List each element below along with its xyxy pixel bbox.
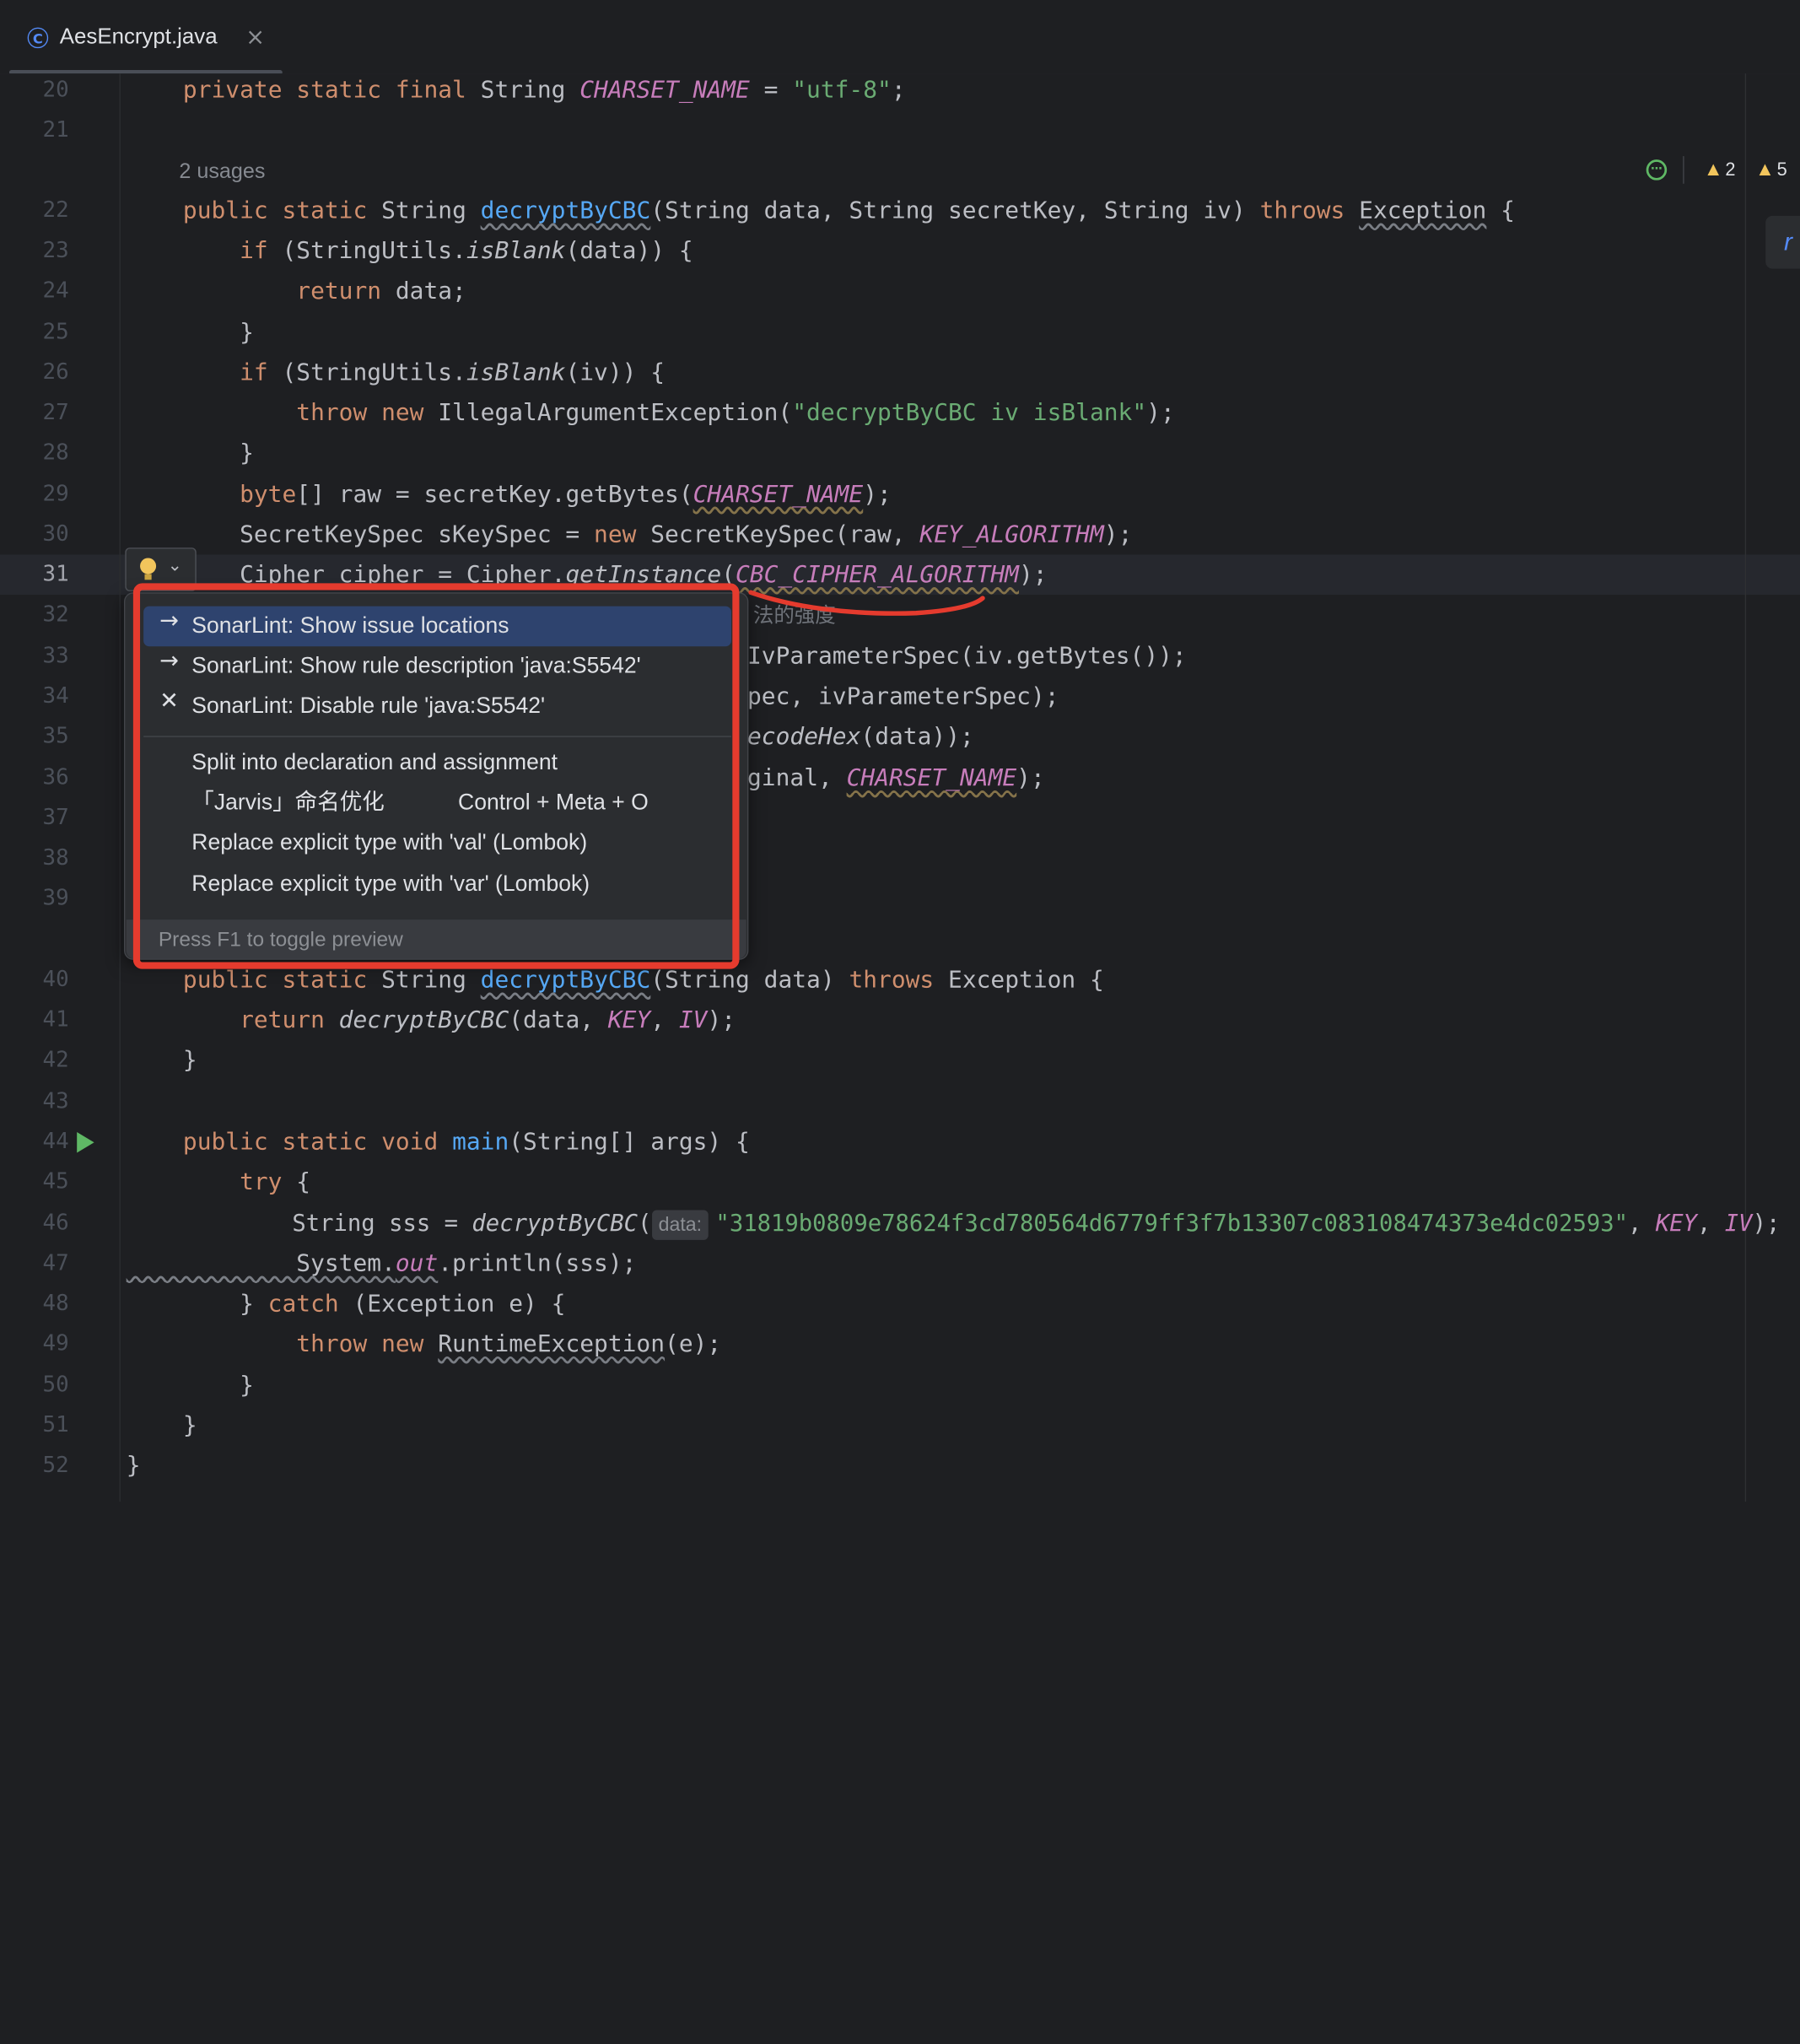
- gutter-separator: [119, 73, 121, 1502]
- chevron-down-icon: ⌄: [167, 554, 182, 575]
- tab-aesencrypt[interactable]: C AesEncrypt.java ×: [8, 7, 283, 75]
- lightbulb-icon: [140, 558, 157, 574]
- line-number: 44: [42, 1128, 69, 1154]
- line-number: 28: [42, 440, 69, 466]
- line-number: 43: [42, 1088, 69, 1114]
- line-number: 22: [42, 197, 69, 224]
- line-number: 23: [42, 237, 69, 263]
- line-number: 39: [42, 885, 69, 911]
- code-line-29: byte[] raw = secretKey.getBytes(CHARSET_…: [126, 479, 892, 508]
- line-number-current: 31: [42, 561, 69, 587]
- line-number: 40: [42, 966, 69, 992]
- line-number: 21: [42, 116, 69, 143]
- line-number: 52: [42, 1452, 69, 1478]
- code-line-23: if (StringUtils.isBlank(data)) {: [126, 236, 693, 265]
- code-line-25: }: [126, 317, 254, 346]
- line-number: 27: [42, 399, 69, 425]
- code-line-52: }: [126, 1451, 141, 1479]
- ai-status-icon[interactable]: ⋯: [1646, 159, 1668, 181]
- code-line-30: SecretKeySpec sKeySpec = new SecretKeySp…: [126, 520, 1133, 548]
- right-margin-guide: [1744, 73, 1747, 1502]
- warnings-count[interactable]: ▲ 2: [1704, 156, 1736, 185]
- usages-hint[interactable]: 2 usages: [179, 150, 265, 191]
- lightbulb-base: [144, 574, 152, 580]
- line-number: 29: [42, 481, 69, 507]
- line-number: 30: [42, 520, 69, 547]
- red-annotation-stroke: [748, 590, 985, 616]
- code-line-20: private static final String CHARSET_NAME…: [182, 75, 906, 104]
- close-icon[interactable]: ×: [245, 23, 265, 51]
- line-number: 33: [42, 643, 69, 669]
- code-line-48: } catch (Exception e) {: [126, 1289, 566, 1318]
- code-line-27: throw new IllegalArgumentException("decr…: [126, 398, 1175, 426]
- weak-warnings-count[interactable]: ▲ 5: [1755, 156, 1787, 185]
- red-annotation-box: [132, 583, 740, 969]
- run-main-icon[interactable]: [77, 1131, 94, 1153]
- line-number: 48: [42, 1290, 69, 1316]
- warning-icon: ▲: [1754, 158, 1775, 181]
- line-number: 36: [42, 764, 69, 790]
- line-number: 32: [42, 601, 69, 628]
- code-line-47: System.out.println(sss);: [126, 1249, 637, 1277]
- line-number: 25: [42, 319, 69, 345]
- code-line-24: return data;: [126, 277, 466, 305]
- line-number: 49: [42, 1330, 69, 1356]
- line-number: 35: [42, 723, 69, 749]
- code-line-22: public static String decryptByCBC(String…: [126, 196, 1515, 224]
- code-line-33-fragment: IvParameterSpec(iv.getBytes());: [747, 641, 1187, 670]
- code-line-46: String sss = decryptByCBC(data: "31819b08…: [127, 1203, 1781, 1243]
- code-line-42: }: [126, 1045, 197, 1074]
- java-class-icon: C: [27, 27, 49, 49]
- editor-tab-bar: C AesEncrypt.java ×: [0, 0, 1800, 75]
- status-separator: [1683, 156, 1684, 184]
- code-line-34-fragment: pec, ivParameterSpec);: [747, 682, 1059, 710]
- side-panel-chip[interactable]: r: [1765, 215, 1800, 269]
- code-line-49: throw new RuntimeException(e);: [126, 1329, 722, 1357]
- tab-title: AesEncrypt.java: [59, 24, 218, 50]
- code-line-35-fragment: ecodeHex(data));: [747, 722, 974, 750]
- line-number: 20: [42, 77, 69, 103]
- line-number: 34: [42, 682, 69, 709]
- code-line-44: public static void main(String[] args) {: [126, 1127, 750, 1156]
- line-number: 45: [42, 1168, 69, 1195]
- line-number: 47: [42, 1250, 69, 1276]
- line-number: 26: [42, 359, 69, 385]
- code-line-26: if (StringUtils.isBlank(iv)) {: [126, 358, 666, 386]
- line-number: 42: [42, 1047, 69, 1073]
- line-number: 50: [42, 1372, 69, 1398]
- code-line-50: }: [126, 1371, 254, 1399]
- line-number: 46: [42, 1210, 69, 1236]
- code-line-45: try {: [126, 1168, 311, 1195]
- code-line-41: return decryptByCBC(data, KEY, IV);: [126, 1006, 736, 1033]
- warning-icon: ▲: [1703, 158, 1723, 181]
- line-number: 38: [42, 844, 69, 871]
- code-line-51: }: [126, 1410, 197, 1439]
- line-number: 37: [42, 805, 69, 831]
- code-line-28: }: [126, 438, 254, 467]
- line-number: 51: [42, 1412, 69, 1437]
- line-number: 41: [42, 1006, 69, 1033]
- code-line-36-fragment: ginal, CHARSET_NAME);: [747, 763, 1045, 791]
- parameter-hint: data:: [651, 1210, 709, 1240]
- line-number: 24: [42, 278, 69, 304]
